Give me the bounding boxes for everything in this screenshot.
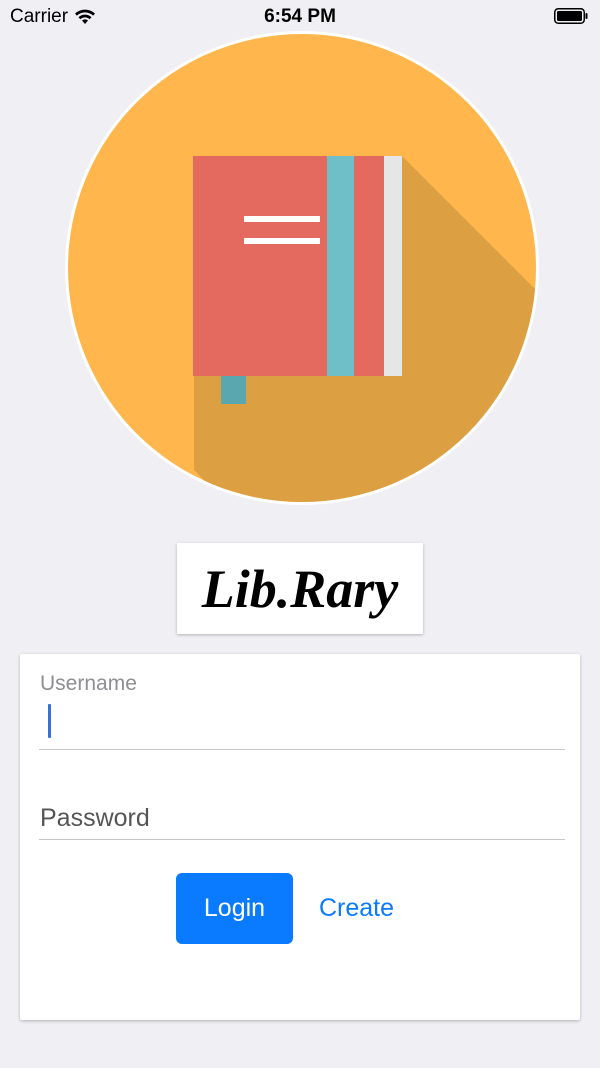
app-title-card: Lib.Rary xyxy=(177,543,423,634)
book-icon xyxy=(65,31,539,505)
create-button[interactable]: Create xyxy=(319,873,394,944)
login-form: Username Password Login Create xyxy=(20,654,580,1020)
app-logo xyxy=(64,30,540,506)
username-label: Username xyxy=(40,672,137,695)
password-field[interactable]: Password xyxy=(39,802,565,840)
username-field[interactable]: Username xyxy=(39,670,565,750)
text-cursor xyxy=(48,704,51,738)
password-label: Password xyxy=(40,804,150,832)
status-bar: Carrier 6:54 PM xyxy=(0,0,600,34)
battery-icon xyxy=(554,8,588,24)
app-title: Lib.Rary xyxy=(201,558,399,619)
status-time: 6:54 PM xyxy=(264,6,336,27)
login-button[interactable]: Login xyxy=(176,873,293,944)
